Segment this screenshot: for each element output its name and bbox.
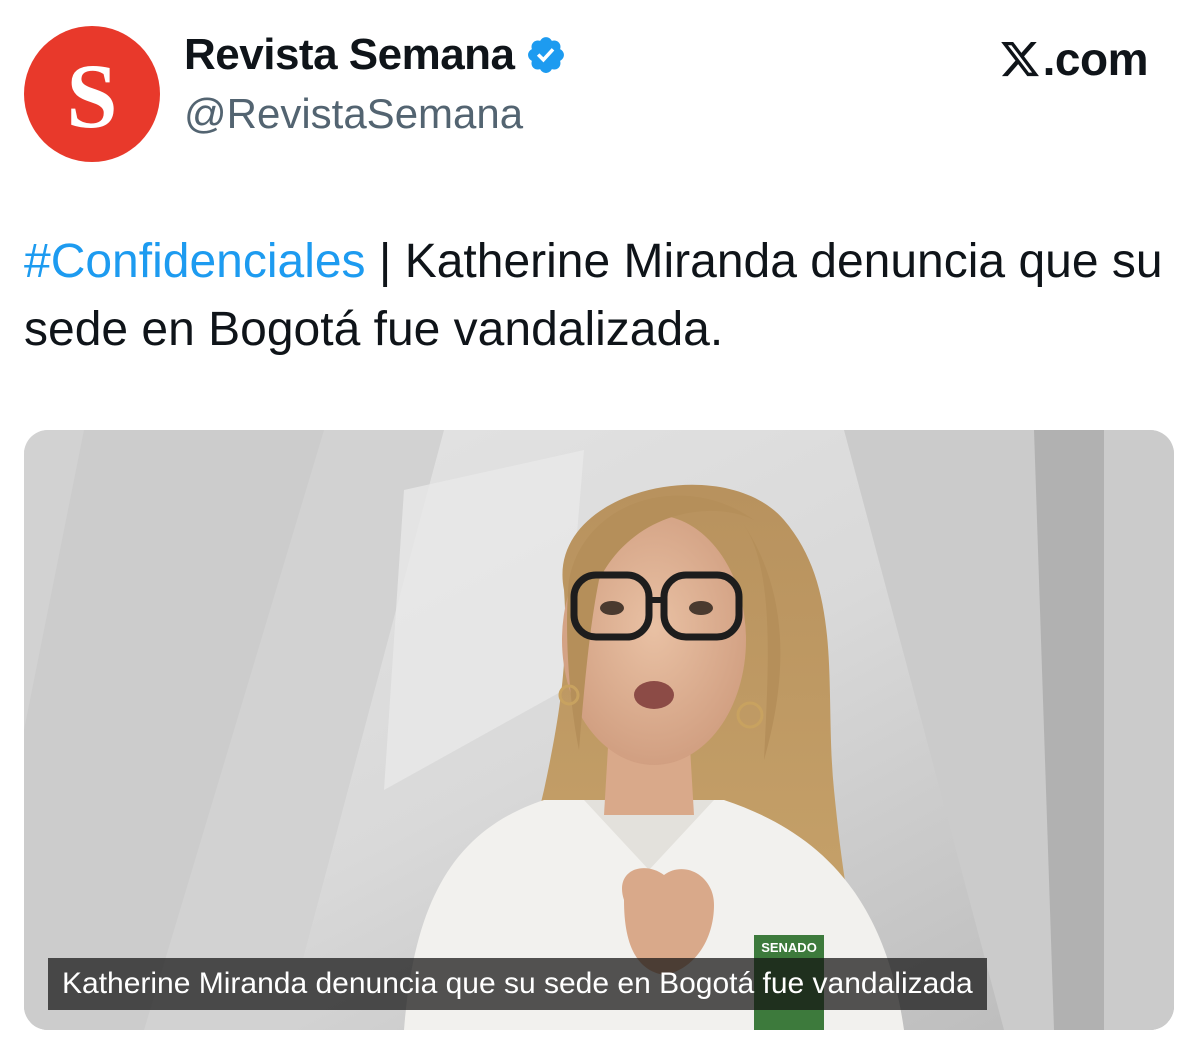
display-name[interactable]: Revista Semana bbox=[184, 30, 515, 80]
avatar-letter: S bbox=[66, 45, 118, 147]
name-row: Revista Semana bbox=[184, 30, 567, 80]
avatar[interactable]: S bbox=[24, 26, 160, 162]
brand-suffix: .com bbox=[1042, 33, 1149, 85]
x-logo-icon bbox=[999, 38, 1041, 80]
handle[interactable]: @RevistaSemana bbox=[184, 90, 523, 138]
media-video[interactable]: SENADO Katherine Miranda denuncia que su… bbox=[24, 430, 1174, 1030]
brand: .com bbox=[999, 32, 1149, 86]
video-caption: Katherine Miranda denuncia que su sede e… bbox=[48, 958, 987, 1010]
badge-text: SENADO bbox=[761, 940, 817, 955]
hashtag-link[interactable]: #Confidenciales bbox=[24, 235, 366, 288]
tweet-card: S Revista Semana @RevistaSemana .com #Co… bbox=[0, 0, 1200, 1042]
verified-badge-icon bbox=[525, 34, 567, 76]
video-frame-image: SENADO bbox=[24, 430, 1174, 1030]
separator: | bbox=[365, 235, 405, 288]
tweet-text: #Confidenciales | Katherine Miranda denu… bbox=[24, 228, 1164, 364]
